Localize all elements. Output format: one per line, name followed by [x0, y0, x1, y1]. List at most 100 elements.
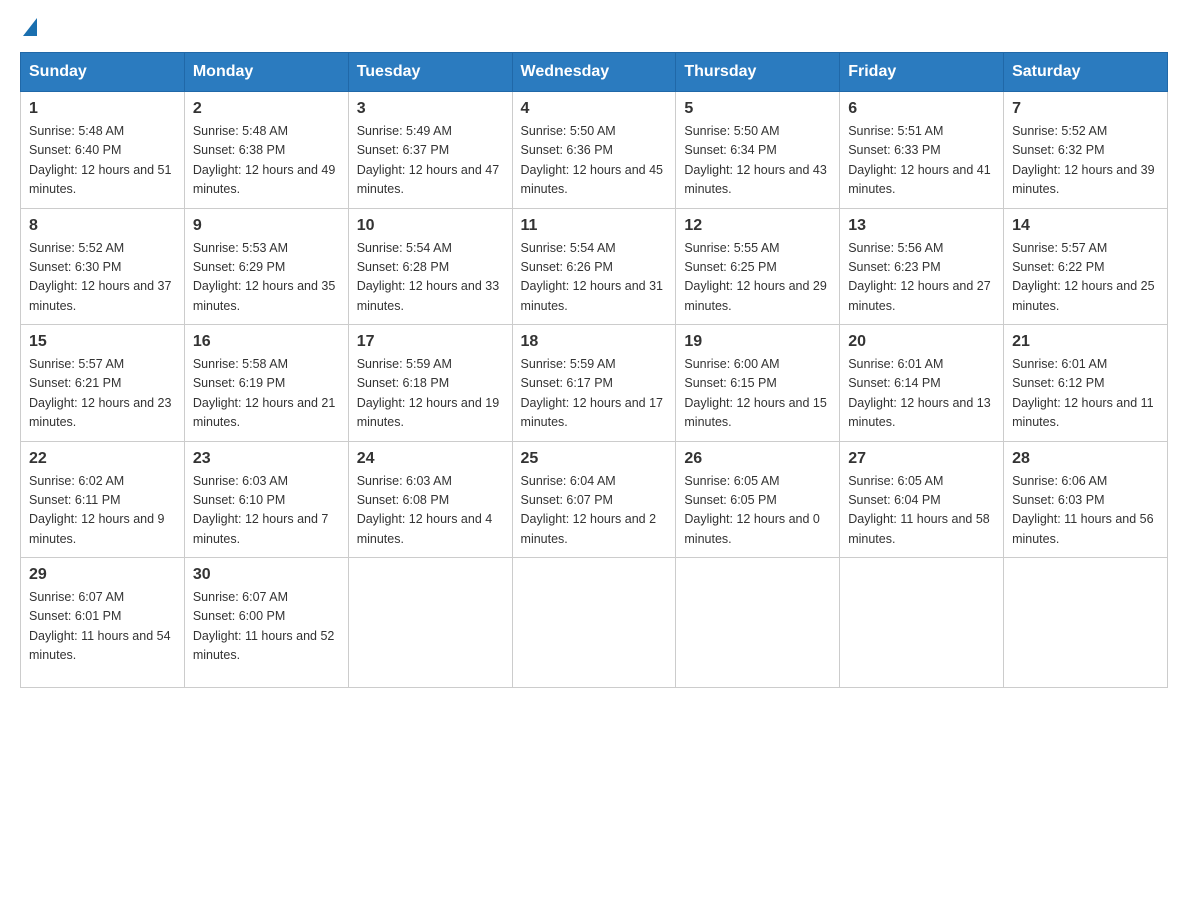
day-info: Sunrise: 6:05 AMSunset: 6:05 PMDaylight:… [684, 472, 831, 550]
calendar-table: Sunday Monday Tuesday Wednesday Thursday… [20, 52, 1168, 688]
day-number: 1 [29, 100, 176, 118]
col-sunday: Sunday [21, 53, 185, 92]
table-row: 6 Sunrise: 5:51 AMSunset: 6:33 PMDaylight… [840, 92, 1004, 209]
day-number: 8 [29, 217, 176, 235]
calendar-week-row: 8 Sunrise: 5:52 AMSunset: 6:30 PMDaylight… [21, 208, 1168, 325]
day-info: Sunrise: 5:50 AMSunset: 6:34 PMDaylight:… [684, 122, 831, 200]
table-row: 18Sunrise: 5:59 AMSunset: 6:17 PMDayligh… [512, 325, 676, 442]
day-info: Sunrise: 6:03 AMSunset: 6:10 PMDaylight:… [193, 472, 340, 550]
day-number: 11 [521, 217, 668, 235]
calendar-week-row: 1 Sunrise: 5:48 AMSunset: 6:40 PMDaylight… [21, 92, 1168, 209]
table-row: 27 Sunrise: 6:05 AMSunset: 6:04 PMDayligh… [840, 441, 1004, 558]
table-row [840, 558, 1004, 688]
table-row: 3Sunrise: 5:49 AMSunset: 6:37 PMDaylight… [348, 92, 512, 209]
day-info: Sunrise: 5:57 AMSunset: 6:21 PMDaylight:… [29, 355, 176, 433]
table-row: 25Sunrise: 6:04 AMSunset: 6:07 PMDayligh… [512, 441, 676, 558]
day-number: 4 [521, 100, 668, 118]
day-number: 16 [193, 333, 340, 351]
day-info: Sunrise: 5:51 AMSunset: 6:33 PMDaylight:… [848, 122, 995, 200]
day-number: 14 [1012, 217, 1159, 235]
day-number: 27 [848, 450, 995, 468]
day-number: 21 [1012, 333, 1159, 351]
table-row: 10 Sunrise: 5:54 AMSunset: 6:28 PMDayligh… [348, 208, 512, 325]
day-number: 12 [684, 217, 831, 235]
day-number: 20 [848, 333, 995, 351]
col-friday: Friday [840, 53, 1004, 92]
day-info: Sunrise: 5:52 AMSunset: 6:30 PMDaylight:… [29, 239, 176, 317]
day-number: 22 [29, 450, 176, 468]
day-number: 7 [1012, 100, 1159, 118]
day-info: Sunrise: 5:58 AMSunset: 6:19 PMDaylight:… [193, 355, 340, 433]
day-info: Sunrise: 6:01 AMSunset: 6:14 PMDaylight:… [848, 355, 995, 433]
day-number: 15 [29, 333, 176, 351]
logo-arrow-icon [23, 18, 37, 36]
logo [20, 20, 37, 36]
table-row: 8 Sunrise: 5:52 AMSunset: 6:30 PMDaylight… [21, 208, 185, 325]
table-row: 16 Sunrise: 5:58 AMSunset: 6:19 PMDayligh… [184, 325, 348, 442]
day-info: Sunrise: 6:01 AMSunset: 6:12 PMDaylight:… [1012, 355, 1159, 433]
day-number: 23 [193, 450, 340, 468]
table-row [512, 558, 676, 688]
table-row: 21 Sunrise: 6:01 AMSunset: 6:12 PMDayligh… [1004, 325, 1168, 442]
table-row: 28 Sunrise: 6:06 AMSunset: 6:03 PMDayligh… [1004, 441, 1168, 558]
table-row: 13 Sunrise: 5:56 AMSunset: 6:23 PMDayligh… [840, 208, 1004, 325]
table-row: 11 Sunrise: 5:54 AMSunset: 6:26 PMDayligh… [512, 208, 676, 325]
day-info: Sunrise: 5:59 AMSunset: 6:18 PMDaylight:… [357, 355, 504, 433]
day-number: 17 [357, 333, 504, 351]
col-thursday: Thursday [676, 53, 840, 92]
table-row: 23 Sunrise: 6:03 AMSunset: 6:10 PMDayligh… [184, 441, 348, 558]
day-info: Sunrise: 6:04 AMSunset: 6:07 PMDaylight:… [521, 472, 668, 550]
calendar-body: 1 Sunrise: 5:48 AMSunset: 6:40 PMDaylight… [21, 92, 1168, 688]
day-info: Sunrise: 5:54 AMSunset: 6:28 PMDaylight:… [357, 239, 504, 317]
table-row: 7 Sunrise: 5:52 AMSunset: 6:32 PMDaylight… [1004, 92, 1168, 209]
day-info: Sunrise: 5:57 AMSunset: 6:22 PMDaylight:… [1012, 239, 1159, 317]
day-number: 3 [357, 100, 504, 118]
day-info: Sunrise: 5:56 AMSunset: 6:23 PMDaylight:… [848, 239, 995, 317]
day-info: Sunrise: 6:00 AMSunset: 6:15 PMDaylight:… [684, 355, 831, 433]
day-info: Sunrise: 5:52 AMSunset: 6:32 PMDaylight:… [1012, 122, 1159, 200]
table-row: 12Sunrise: 5:55 AMSunset: 6:25 PMDayligh… [676, 208, 840, 325]
day-info: Sunrise: 5:48 AMSunset: 6:38 PMDaylight:… [193, 122, 340, 200]
day-number: 2 [193, 100, 340, 118]
day-info: Sunrise: 6:07 AMSunset: 6:01 PMDaylight:… [29, 588, 176, 666]
day-info: Sunrise: 6:07 AMSunset: 6:00 PMDaylight:… [193, 588, 340, 666]
table-row [348, 558, 512, 688]
day-number: 29 [29, 566, 176, 584]
table-row: 1 Sunrise: 5:48 AMSunset: 6:40 PMDaylight… [21, 92, 185, 209]
table-row: 22 Sunrise: 6:02 AMSunset: 6:11 PMDayligh… [21, 441, 185, 558]
day-number: 5 [684, 100, 831, 118]
day-number: 18 [521, 333, 668, 351]
day-number: 19 [684, 333, 831, 351]
day-info: Sunrise: 5:53 AMSunset: 6:29 PMDaylight:… [193, 239, 340, 317]
day-number: 26 [684, 450, 831, 468]
day-number: 6 [848, 100, 995, 118]
day-number: 30 [193, 566, 340, 584]
calendar-header: Sunday Monday Tuesday Wednesday Thursday… [21, 53, 1168, 92]
col-wednesday: Wednesday [512, 53, 676, 92]
day-number: 10 [357, 217, 504, 235]
day-info: Sunrise: 6:03 AMSunset: 6:08 PMDaylight:… [357, 472, 504, 550]
table-row [676, 558, 840, 688]
col-monday: Monday [184, 53, 348, 92]
table-row: 19 Sunrise: 6:00 AMSunset: 6:15 PMDayligh… [676, 325, 840, 442]
table-row: 4Sunrise: 5:50 AMSunset: 6:36 PMDaylight… [512, 92, 676, 209]
day-info: Sunrise: 5:48 AMSunset: 6:40 PMDaylight:… [29, 122, 176, 200]
header-row: Sunday Monday Tuesday Wednesday Thursday… [21, 53, 1168, 92]
day-info: Sunrise: 5:54 AMSunset: 6:26 PMDaylight:… [521, 239, 668, 317]
day-info: Sunrise: 6:02 AMSunset: 6:11 PMDaylight:… [29, 472, 176, 550]
day-number: 13 [848, 217, 995, 235]
table-row: 20 Sunrise: 6:01 AMSunset: 6:14 PMDayligh… [840, 325, 1004, 442]
table-row: 5 Sunrise: 5:50 AMSunset: 6:34 PMDaylight… [676, 92, 840, 209]
col-saturday: Saturday [1004, 53, 1168, 92]
table-row: 14 Sunrise: 5:57 AMSunset: 6:22 PMDayligh… [1004, 208, 1168, 325]
col-tuesday: Tuesday [348, 53, 512, 92]
table-row: 9 Sunrise: 5:53 AMSunset: 6:29 PMDaylight… [184, 208, 348, 325]
table-row: 2 Sunrise: 5:48 AMSunset: 6:38 PMDaylight… [184, 92, 348, 209]
day-info: Sunrise: 6:06 AMSunset: 6:03 PMDaylight:… [1012, 472, 1159, 550]
day-info: Sunrise: 6:05 AMSunset: 6:04 PMDaylight:… [848, 472, 995, 550]
day-number: 9 [193, 217, 340, 235]
day-number: 24 [357, 450, 504, 468]
table-row: 24 Sunrise: 6:03 AMSunset: 6:08 PMDayligh… [348, 441, 512, 558]
table-row: 29 Sunrise: 6:07 AMSunset: 6:01 PMDayligh… [21, 558, 185, 688]
day-number: 28 [1012, 450, 1159, 468]
